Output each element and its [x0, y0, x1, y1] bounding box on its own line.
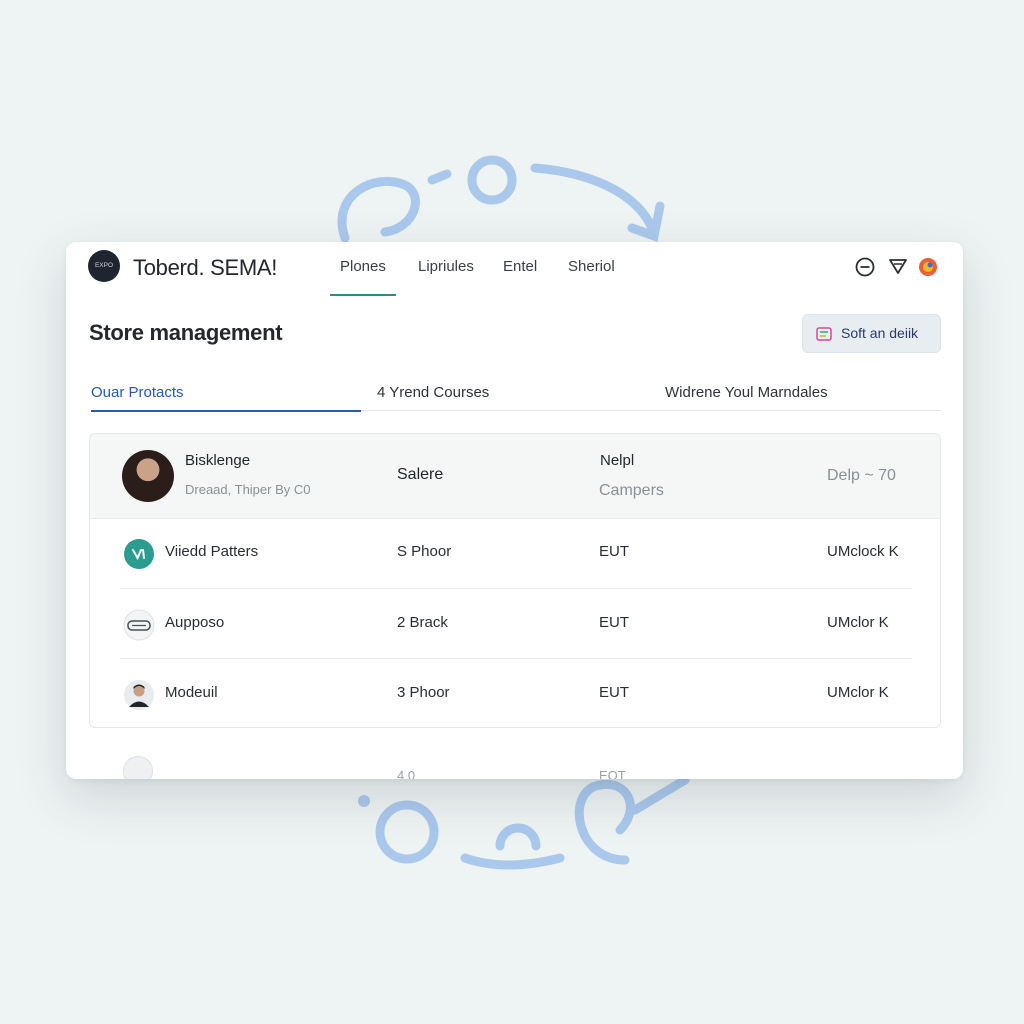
- tab-active-indicator: [91, 410, 361, 412]
- partial-table-row[interactable]: 4 0 EOT: [66, 750, 963, 779]
- row-col-2: 3 Phoor: [397, 684, 450, 701]
- tab-manuals[interactable]: Widrene Youl Marndales: [665, 384, 828, 401]
- row-name: Modeuil: [165, 684, 218, 701]
- minus-circle-icon[interactable]: [854, 256, 876, 278]
- app-logo[interactable]: EXPO: [88, 250, 120, 282]
- table-row[interactable]: Aupposo 2 Brack EUT UMclor K: [90, 589, 940, 659]
- nav-active-indicator: [330, 294, 396, 296]
- nav-item-lipriules[interactable]: Lipriules: [418, 258, 474, 275]
- page-title: Store management: [89, 320, 283, 345]
- app-window: EXPO Toberd. SEMA! Plones Lipriules Ente…: [66, 242, 963, 779]
- row-col-3: EUT: [599, 543, 629, 560]
- header-col-4: Delp ~ 70: [827, 467, 896, 484]
- nav-item-sheriol[interactable]: Sheriol: [568, 258, 615, 275]
- filter-icon[interactable]: [887, 256, 909, 278]
- row-col-3: EUT: [599, 614, 629, 631]
- device-icon: [123, 609, 155, 641]
- row-col-4: UMclock K: [827, 543, 899, 560]
- teal-check-icon: [124, 539, 154, 569]
- header-col-3-sub: Campers: [599, 482, 664, 499]
- header-col-3: Nelpl: [600, 452, 635, 469]
- row-name: Viiedd Patters: [165, 543, 259, 560]
- tab-trend-courses[interactable]: 4 Yrend Courses: [377, 384, 489, 401]
- table-row[interactable]: Viiedd Patters S Phoor EUT UMclock K: [90, 518, 940, 588]
- row-col-2: S Phoor: [397, 543, 452, 560]
- row-col-3: EUT: [599, 684, 629, 701]
- top-bar: EXPO Toberd. SEMA! Plones Lipriules Ente…: [66, 242, 963, 298]
- app-name: Toberd. SEMA!: [133, 255, 278, 280]
- table-row[interactable]: Modeuil 3 Phoor EUT UMclor K: [90, 659, 940, 727]
- nav-item-entel[interactable]: Entel: [503, 258, 537, 275]
- partial-row-col-2: 4 0: [397, 768, 416, 779]
- profile-badge-icon[interactable]: [917, 256, 939, 278]
- row-col-4: UMclor K: [827, 684, 889, 701]
- header-col-2: Salere: [397, 466, 444, 483]
- grid-color-icon: [816, 327, 832, 341]
- row-name: Aupposo: [165, 614, 225, 631]
- nav-item-plones[interactable]: Plones: [340, 258, 386, 275]
- products-table: Bisklenge Dreaad, Thiper By C0 Salere Ne…: [89, 433, 941, 728]
- page-stage: EXPO Toberd. SEMA! Plones Lipriules Ente…: [0, 0, 1024, 1024]
- person-avatar-icon: [124, 680, 154, 710]
- row-col-4: UMclor K: [827, 614, 889, 631]
- partial-row-col-3: EOT: [599, 768, 626, 779]
- partial-row-icon: [123, 756, 153, 779]
- avatar: [122, 450, 174, 502]
- tab-our-products[interactable]: Ouar Protacts: [91, 384, 184, 401]
- primary-action-label: Soft an deiik: [841, 325, 919, 341]
- table-header-row[interactable]: Bisklenge Dreaad, Thiper By C0 Salere Ne…: [90, 434, 940, 519]
- header-subtitle: Dreaad, Thiper By C0: [185, 482, 311, 497]
- primary-action-button[interactable]: Soft an deiik: [802, 314, 941, 353]
- row-col-2: 2 Brack: [397, 614, 448, 631]
- header-name: Bisklenge: [185, 452, 251, 469]
